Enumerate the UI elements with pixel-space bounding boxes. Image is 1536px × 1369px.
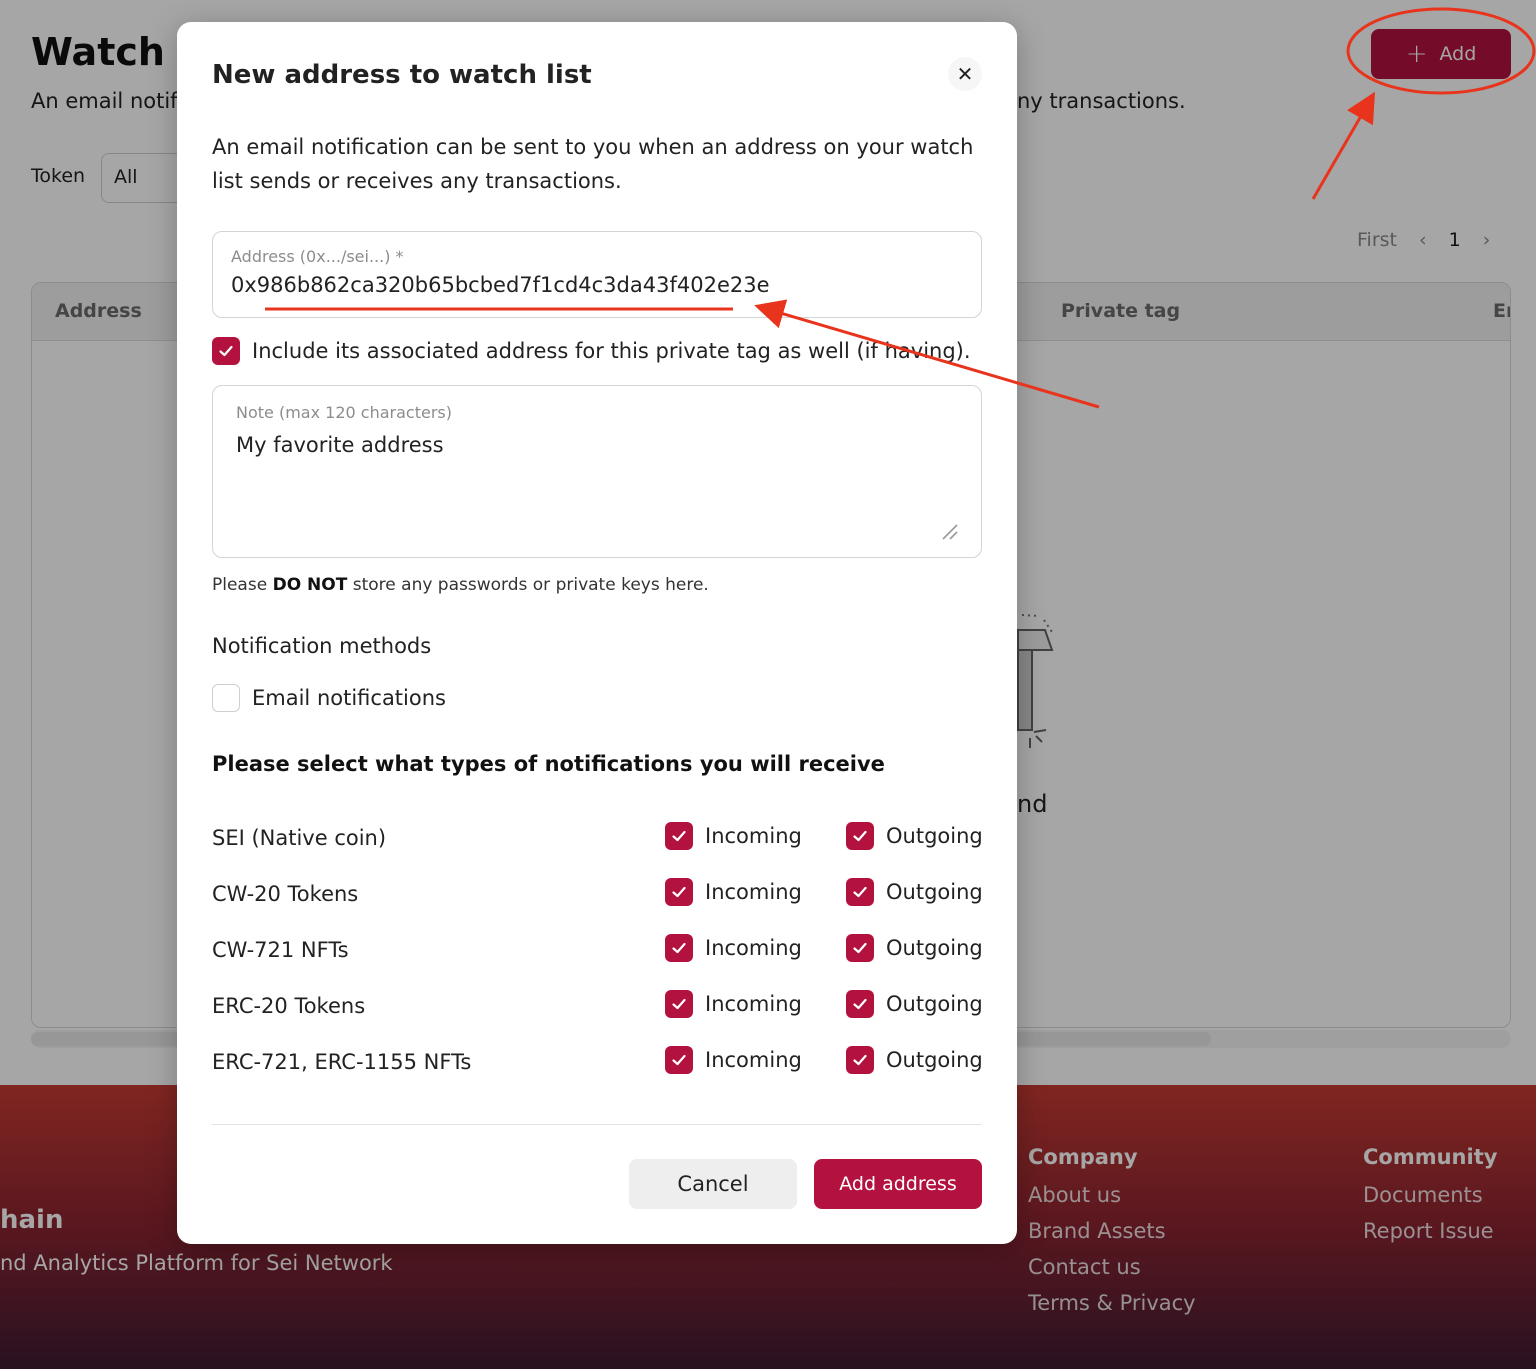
incoming-label: Incoming [705, 936, 802, 960]
include-associated-label: Include its associated address for this … [252, 339, 971, 363]
incoming-checkbox[interactable] [665, 1046, 693, 1074]
incoming-label: Incoming [705, 824, 802, 848]
outgoing-option[interactable]: Outgoing [846, 934, 983, 962]
email-notifications-label: Email notifications [252, 686, 446, 710]
close-icon: ✕ [956, 62, 974, 86]
modal-divider [212, 1124, 982, 1125]
security-warning: Please DO NOT store any passwords or pri… [212, 575, 709, 595]
type-name: CW-721 NFTs [212, 938, 349, 962]
incoming-label: Incoming [705, 992, 802, 1016]
type-name: ERC-20 Tokens [212, 994, 366, 1018]
warning-suffix: store any passwords or private keys here… [347, 575, 709, 595]
outgoing-label: Outgoing [886, 824, 983, 848]
warning-prefix: Please [212, 575, 273, 595]
notification-types-title: Please select what types of notification… [212, 752, 885, 776]
incoming-label: Incoming [705, 880, 802, 904]
email-notifications-checkbox[interactable] [212, 684, 240, 712]
address-field-value[interactable]: 0x986b862ca320b65bcbed7f1cd4c3da43f402e2… [231, 273, 770, 297]
outgoing-label: Outgoing [886, 1048, 983, 1072]
outgoing-checkbox[interactable] [846, 1046, 874, 1074]
type-row-erc721: ERC-721, ERC-1155 NFTs Incoming Outgoing [212, 1046, 983, 1080]
outgoing-option[interactable]: Outgoing [846, 878, 983, 906]
note-field[interactable]: Note (max 120 characters) My favorite ad… [212, 385, 982, 558]
close-button[interactable]: ✕ [948, 57, 982, 91]
address-field[interactable]: Address (0x.../sei...) * 0x986b862ca320b… [212, 231, 982, 318]
add-address-button[interactable]: Add address [814, 1159, 982, 1209]
address-field-label: Address (0x.../sei...) * [231, 247, 404, 266]
outgoing-option[interactable]: Outgoing [846, 822, 983, 850]
outgoing-label: Outgoing [886, 936, 983, 960]
incoming-checkbox[interactable] [665, 878, 693, 906]
type-row-cw721: CW-721 NFTs Incoming Outgoing [212, 934, 983, 968]
outgoing-checkbox[interactable] [846, 822, 874, 850]
incoming-option[interactable]: Incoming [665, 1046, 802, 1074]
modal-title: New address to watch list [212, 60, 592, 90]
incoming-option[interactable]: Incoming [665, 822, 802, 850]
incoming-option[interactable]: Incoming [665, 878, 802, 906]
add-address-button-label: Add address [839, 1173, 957, 1195]
outgoing-checkbox[interactable] [846, 878, 874, 906]
new-address-modal: New address to watch list ✕ An email not… [177, 22, 1017, 1244]
outgoing-checkbox[interactable] [846, 934, 874, 962]
type-row-sei: SEI (Native coin) Incoming Outgoing [212, 822, 983, 856]
cancel-button-label: Cancel [677, 1172, 749, 1196]
note-field-label: Note (max 120 characters) [236, 403, 452, 422]
outgoing-option[interactable]: Outgoing [846, 990, 983, 1018]
resize-handle-icon[interactable] [939, 521, 959, 541]
email-notifications-row[interactable]: Email notifications [212, 684, 446, 712]
incoming-label: Incoming [705, 1048, 802, 1072]
incoming-option[interactable]: Incoming [665, 990, 802, 1018]
notification-methods-title: Notification methods [212, 634, 432, 658]
cancel-button[interactable]: Cancel [629, 1159, 797, 1209]
type-name: CW-20 Tokens [212, 882, 359, 906]
note-field-value[interactable]: My favorite address [236, 433, 444, 457]
include-associated-checkbox[interactable] [212, 337, 240, 365]
include-associated-row[interactable]: Include its associated address for this … [212, 337, 971, 365]
incoming-checkbox[interactable] [665, 822, 693, 850]
type-name: SEI (Native coin) [212, 826, 387, 850]
warning-bold: DO NOT [272, 575, 348, 595]
outgoing-checkbox[interactable] [846, 990, 874, 1018]
type-row-erc20: ERC-20 Tokens Incoming Outgoing [212, 990, 983, 1024]
type-name: ERC-721, ERC-1155 NFTs [212, 1050, 472, 1074]
incoming-checkbox[interactable] [665, 990, 693, 1018]
incoming-checkbox[interactable] [665, 934, 693, 962]
outgoing-option[interactable]: Outgoing [846, 1046, 983, 1074]
outgoing-label: Outgoing [886, 880, 983, 904]
outgoing-label: Outgoing [886, 992, 983, 1016]
type-row-cw20: CW-20 Tokens Incoming Outgoing [212, 878, 983, 912]
incoming-option[interactable]: Incoming [665, 934, 802, 962]
modal-description: An email notification can be sent to you… [212, 135, 974, 193]
